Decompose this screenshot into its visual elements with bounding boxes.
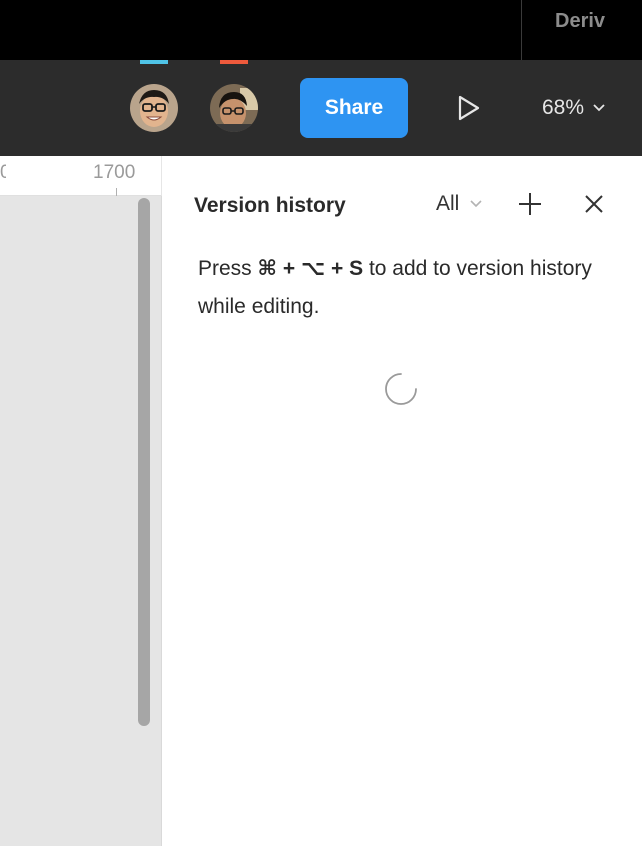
tab-divider (521, 0, 522, 60)
share-button[interactable]: Share (300, 78, 408, 138)
design-canvas[interactable]: 0 1700 (0, 156, 162, 846)
close-icon (585, 195, 603, 213)
ruler-tick (116, 188, 117, 196)
top-toolbar: Share 68% (0, 60, 642, 156)
keyboard-shortcut: ⌘ + ⌥ + S (257, 257, 364, 280)
close-panel-button[interactable] (582, 192, 606, 216)
ruler-label: 1700 (93, 162, 136, 183)
zoom-dropdown[interactable]: 68% (542, 94, 606, 122)
ruler-label-partial: 0 (0, 162, 6, 183)
version-history-panel: Version history All Press ⌘ + ⌥ + S to a… (162, 156, 642, 846)
file-tab-title[interactable]: Deriv (555, 10, 605, 33)
version-history-hint: Press ⌘ + ⌥ + S to add to version histor… (198, 250, 618, 326)
horizontal-ruler: 0 1700 (0, 156, 162, 196)
version-filter-dropdown[interactable]: All (436, 192, 483, 216)
hint-text-before: Press (198, 257, 252, 280)
spinner-icon (385, 373, 417, 405)
play-icon (458, 95, 480, 121)
presence-indicator-2 (220, 60, 248, 64)
loading-spinner (384, 372, 418, 406)
avatar-collaborator-1[interactable] (130, 84, 178, 132)
vertical-scrollbar[interactable] (138, 198, 150, 726)
filter-label: All (436, 192, 460, 215)
panel-title: Version history (194, 194, 346, 217)
avatar-collaborator-2[interactable] (210, 84, 258, 132)
present-play-button[interactable] (452, 90, 486, 126)
chevron-down-icon (470, 200, 482, 208)
file-tab-bar: Deriv (0, 0, 642, 60)
presence-indicator-1 (140, 60, 168, 64)
zoom-level: 68% (542, 96, 585, 119)
add-version-button[interactable] (516, 190, 544, 218)
chevron-down-icon (593, 104, 605, 112)
plus-icon (519, 193, 541, 215)
